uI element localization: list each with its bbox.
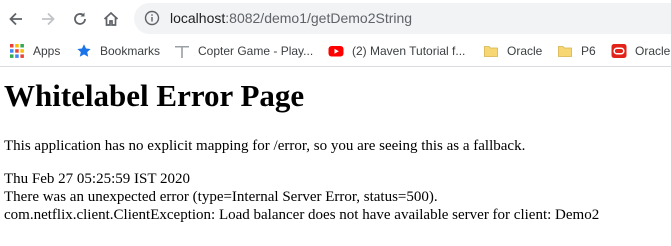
arrow-right-icon <box>42 12 55 26</box>
reload-button[interactable] <box>68 7 92 31</box>
apps-grid-icon <box>10 44 24 58</box>
bookmark-apps[interactable]: Apps <box>9 40 60 62</box>
reload-icon <box>74 12 86 25</box>
page-title: Whitelabel Error Page <box>4 78 305 113</box>
browser-toolbar: localhost:8082/demo1/getDemo2String <box>0 0 671 36</box>
url-text[interactable]: localhost:8082/demo1/getDemo2String <box>170 10 412 26</box>
error-status-line: There was an unexpected error (type=Inte… <box>4 189 438 205</box>
home-button[interactable] <box>99 7 123 31</box>
bookmark-label: Bookmarks <box>100 44 161 58</box>
bookmark-label: Oracle <box>507 44 543 58</box>
bookmark-maven-tutorial[interactable]: (2) Maven Tutorial f... <box>328 40 465 62</box>
bookmark-label: (2) Maven Tutorial f... <box>352 44 466 58</box>
bookmark-oracle[interactable]: Oracle <box>611 40 670 62</box>
info-icon[interactable] <box>144 10 160 26</box>
address-bar[interactable]: localhost:8082/demo1/getDemo2String <box>134 3 671 34</box>
url-host: localhost <box>170 10 226 26</box>
youtube-icon <box>328 46 344 57</box>
exception-message: com.netflix.client.ClientException: Load… <box>4 207 600 223</box>
bookmark-p6-folder[interactable]: P6 <box>557 40 596 62</box>
error-timestamp: Thu Feb 27 05:25:59 IST 2020 <box>4 171 190 187</box>
bookmark-label: Oracle <box>635 44 671 58</box>
forward-button[interactable] <box>36 7 60 31</box>
bookmark-bookmarks[interactable]: Bookmarks <box>76 40 160 62</box>
copter-icon <box>175 46 189 58</box>
bookmarks-bar: Apps Bookmarks Copter Game - Play... (2)… <box>0 36 671 67</box>
back-button[interactable] <box>4 7 28 31</box>
oracle-icon <box>611 44 627 58</box>
bookmark-oracle-folder[interactable]: Oracle <box>483 40 542 62</box>
bookmark-label: Copter Game - Play... <box>198 44 314 58</box>
folder-icon <box>484 46 498 57</box>
arrow-left-icon <box>9 12 22 26</box>
bookmark-label: P6 <box>581 44 596 58</box>
folder-icon <box>558 46 572 57</box>
star-icon <box>77 44 91 57</box>
error-description: This application has no explicit mapping… <box>4 138 526 154</box>
home-icon <box>103 11 119 26</box>
bookmark-label: Apps <box>33 44 61 58</box>
url-path: :8082/demo1/getDemo2String <box>225 10 413 26</box>
bookmark-copter-game[interactable]: Copter Game - Play... <box>174 40 313 62</box>
